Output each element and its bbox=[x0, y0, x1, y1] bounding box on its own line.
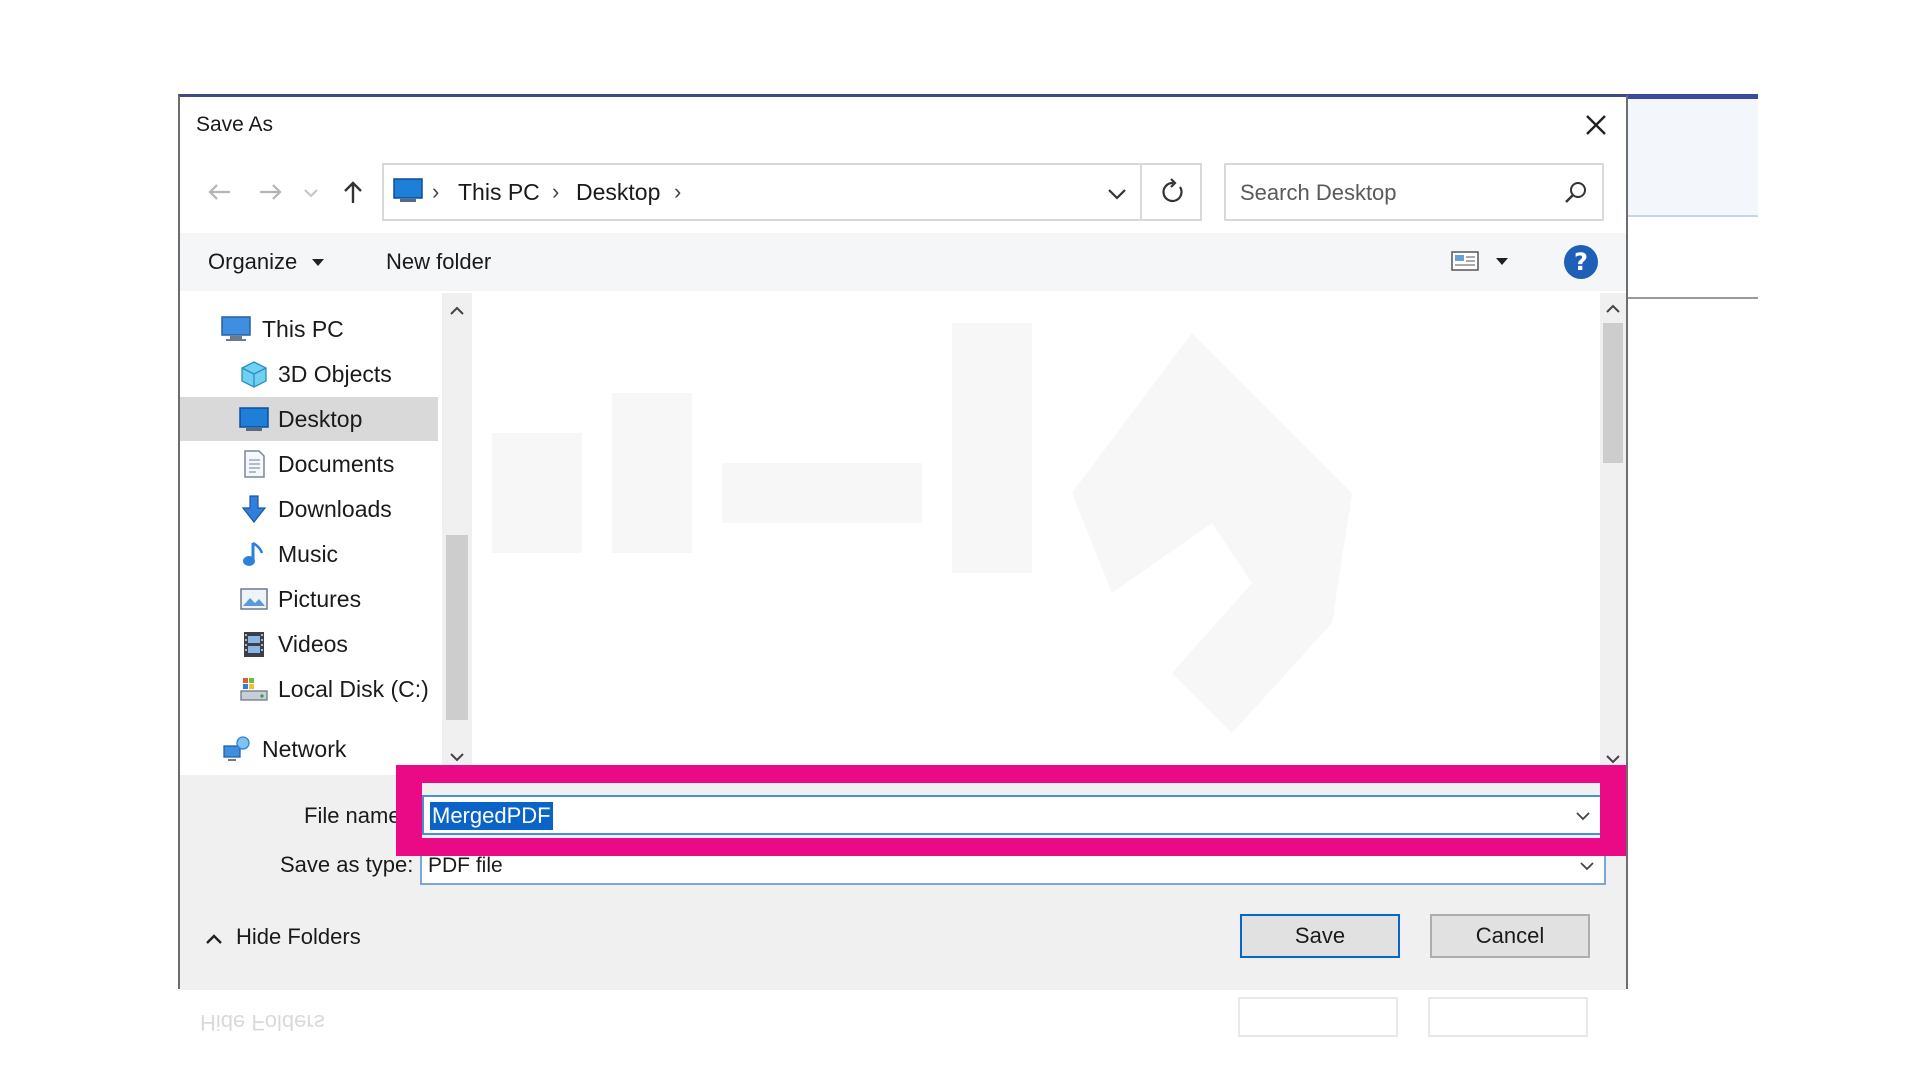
desktop-icon bbox=[393, 178, 423, 202]
search-input[interactable] bbox=[1240, 177, 1540, 209]
new-folder-button[interactable]: New folder bbox=[386, 249, 491, 275]
chevron-down-icon bbox=[1108, 189, 1126, 200]
chevron-down-icon[interactable] bbox=[1603, 749, 1623, 769]
address-bar[interactable]: › This PC › Desktop › bbox=[382, 163, 1202, 221]
reflection-save-button bbox=[1238, 997, 1398, 1037]
path-separator: › bbox=[432, 179, 440, 204]
file-list-area[interactable] bbox=[472, 293, 1600, 775]
organize-menu[interactable]: Organize bbox=[208, 249, 327, 275]
navigation-row: › This PC › Desktop › bbox=[180, 163, 1626, 221]
close-icon bbox=[1586, 115, 1606, 135]
sidebar-item-label: Downloads bbox=[278, 496, 392, 522]
sidebar-item-label: Desktop bbox=[278, 406, 363, 432]
caret-down-icon bbox=[312, 259, 325, 266]
address-dropdown-button[interactable] bbox=[1100, 177, 1134, 211]
sidebar-item-label: 3D Objects bbox=[278, 361, 392, 387]
chevron-down-icon[interactable] bbox=[1572, 805, 1594, 827]
close-button[interactable] bbox=[1576, 105, 1616, 145]
sidebar-item-label: This PC bbox=[262, 316, 344, 342]
document-icon bbox=[244, 450, 265, 478]
chevron-down-icon bbox=[304, 189, 318, 198]
chevron-down-icon[interactable] bbox=[447, 747, 467, 767]
scrollbar-thumb[interactable] bbox=[1603, 323, 1623, 463]
sidebar-item-label: Network bbox=[262, 736, 347, 762]
title-bar: Save As bbox=[180, 97, 1626, 153]
computer-icon bbox=[221, 316, 251, 341]
sidebar-item-desktop[interactable]: Desktop bbox=[180, 397, 438, 441]
back-button[interactable] bbox=[202, 173, 236, 211]
cancel-button[interactable]: Cancel bbox=[1430, 914, 1590, 958]
change-view-button[interactable] bbox=[1450, 245, 1522, 279]
reflection-hide-folders: Hide Folders bbox=[200, 1010, 325, 1035]
save-as-type-label: Save as type: bbox=[280, 852, 414, 877]
sidebar-item-music[interactable]: Music bbox=[180, 532, 438, 576]
desktop-icon bbox=[239, 407, 269, 431]
reflection-cancel-button bbox=[1428, 997, 1588, 1037]
path-segment-desktop[interactable]: Desktop bbox=[576, 179, 660, 206]
sidebar-item-documents[interactable]: Documents bbox=[180, 442, 438, 486]
watermark-logo bbox=[492, 323, 1352, 733]
navigation-pane: This PC 3D Objects Desktop Documents Dow… bbox=[180, 293, 470, 775]
file-name-field[interactable]: MergedPDF bbox=[422, 795, 1602, 835]
save-as-type-value: PDF file bbox=[428, 854, 503, 877]
sidebar-item-label: Local Disk (C:) bbox=[278, 676, 429, 702]
organize-label: Organize bbox=[208, 249, 298, 274]
dialog-footer: Hide Folders Save Cancel bbox=[180, 890, 1626, 990]
search-box[interactable] bbox=[1224, 163, 1604, 221]
save-as-type-select[interactable]: PDF file bbox=[420, 845, 1606, 885]
sidebar-item-videos[interactable]: Videos bbox=[180, 622, 438, 666]
file-fields: File name: MergedPDF Save as type: PDF f… bbox=[180, 775, 1626, 890]
sidebar-item-downloads[interactable]: Downloads bbox=[180, 487, 438, 531]
save-as-dialog: Save As › This PC › Desktop › Search Des… bbox=[178, 94, 1628, 990]
file-name-value[interactable]: MergedPDF bbox=[430, 802, 553, 830]
sidebar-item-network[interactable]: Network bbox=[180, 727, 438, 771]
up-button[interactable] bbox=[336, 173, 370, 211]
scrollbar-thumb[interactable] bbox=[446, 535, 468, 720]
path-separator: › bbox=[674, 179, 682, 204]
sidebar-item-label: Music bbox=[278, 541, 339, 567]
network-icon bbox=[223, 736, 250, 761]
help-button[interactable]: ? bbox=[1564, 245, 1598, 279]
film-icon bbox=[244, 632, 264, 657]
sidebar-item-3d-objects[interactable]: 3D Objects bbox=[180, 352, 438, 396]
cube-icon bbox=[241, 361, 267, 388]
sidebar-item-label: Documents bbox=[278, 451, 395, 477]
recent-locations-button[interactable] bbox=[300, 173, 322, 211]
path-segment-this-pc[interactable]: This PC bbox=[458, 179, 540, 206]
search-icon bbox=[1565, 182, 1586, 203]
new-folder-label: New folder bbox=[386, 249, 492, 274]
sidebar-item-label: Videos bbox=[278, 631, 348, 657]
arrow-left-icon bbox=[208, 184, 230, 200]
view-icon bbox=[1451, 251, 1508, 271]
forward-button[interactable] bbox=[254, 173, 288, 211]
sidebar-item-label: Pictures bbox=[278, 586, 362, 612]
arrow-up-icon bbox=[344, 181, 362, 203]
hide-folders-label: Hide Folders bbox=[236, 924, 361, 949]
background-divider bbox=[1628, 297, 1758, 299]
chevron-up-icon bbox=[206, 934, 222, 944]
refresh-icon bbox=[1162, 178, 1183, 203]
picture-icon bbox=[240, 588, 268, 610]
sidebar-item-pictures[interactable]: Pictures bbox=[180, 577, 438, 621]
music-note-icon bbox=[243, 541, 264, 566]
download-arrow-icon bbox=[241, 495, 267, 523]
file-name-label: File name: bbox=[304, 803, 407, 828]
sidebar-item-this-pc[interactable]: This PC bbox=[180, 307, 438, 351]
save-button[interactable]: Save bbox=[1240, 914, 1400, 958]
dialog-reflection: Hide Folders bbox=[178, 989, 1628, 1049]
chevron-down-icon bbox=[1580, 862, 1594, 871]
sidebar-item-local-disk[interactable]: Local Disk (C:) bbox=[180, 667, 438, 711]
disk-icon bbox=[240, 678, 268, 701]
refresh-button[interactable] bbox=[1140, 165, 1202, 219]
dialog-title: Save As bbox=[196, 113, 274, 136]
background-pane bbox=[1628, 99, 1758, 217]
navigation-scrollbar[interactable] bbox=[442, 293, 472, 775]
chevron-up-icon[interactable] bbox=[447, 301, 467, 321]
arrow-right-icon bbox=[260, 184, 282, 200]
content-scrollbar[interactable] bbox=[1600, 293, 1626, 775]
command-toolbar: Organize New folder ? bbox=[180, 233, 1626, 291]
chevron-up-icon[interactable] bbox=[1603, 299, 1623, 319]
path-separator: › bbox=[552, 179, 560, 204]
background-window bbox=[1628, 94, 1758, 299]
